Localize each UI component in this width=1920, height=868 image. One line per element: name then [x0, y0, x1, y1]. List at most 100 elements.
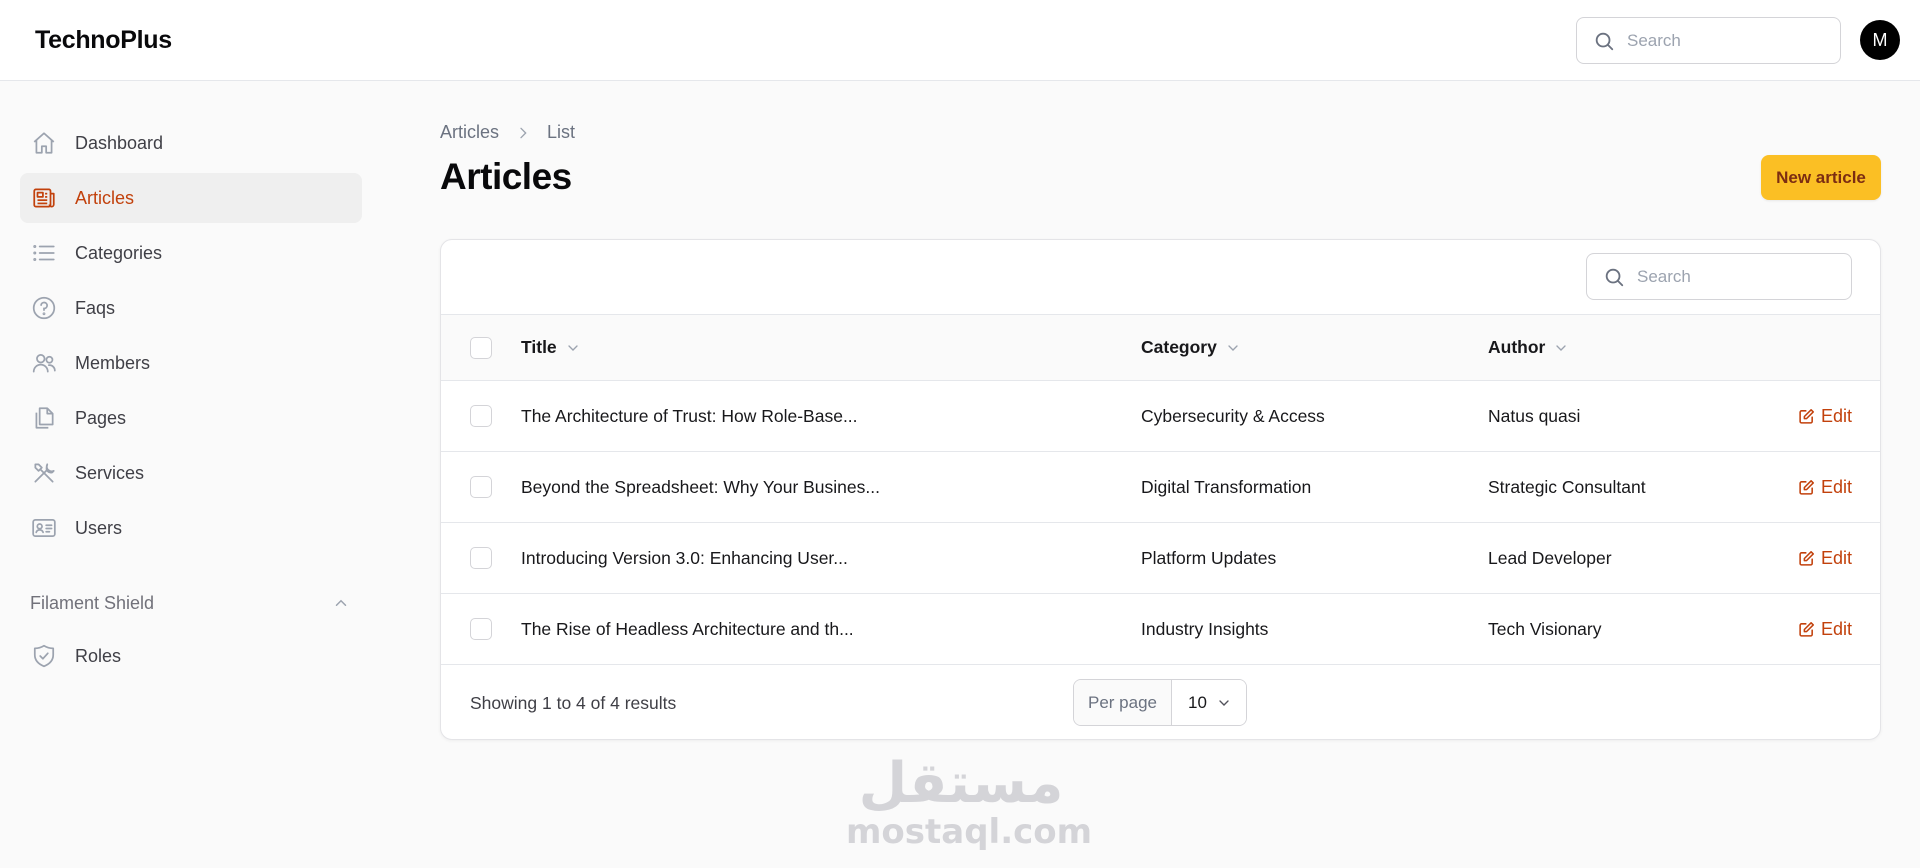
- page-title: Articles: [440, 156, 572, 197]
- breadcrumb: Articles List: [440, 122, 575, 143]
- table-footer: Showing 1 to 4 of 4 results Per page 10: [441, 665, 1880, 739]
- edit-label: Edit: [1821, 476, 1853, 497]
- sidebar-item-pages[interactable]: Pages: [20, 393, 362, 443]
- sidebar-item-label: Roles: [75, 645, 122, 666]
- edit-icon: [1799, 479, 1815, 495]
- per-page-label: Per page: [1074, 680, 1172, 725]
- cell-author: Lead Developer: [1488, 547, 1612, 568]
- table-search[interactable]: [1586, 253, 1852, 300]
- cell-author: Natus quasi: [1488, 405, 1581, 426]
- edit-button[interactable]: Edit: [1798, 477, 1852, 498]
- sidebar: Dashboard Articles Categories Faqs Membe…: [20, 118, 362, 686]
- sidebar-item-faqs[interactable]: Faqs: [20, 283, 362, 333]
- per-page-select[interactable]: 10: [1172, 680, 1246, 725]
- edit-icon: [1799, 621, 1815, 637]
- search-icon: [1605, 268, 1624, 286]
- sidebar-item-articles[interactable]: Articles: [20, 173, 362, 223]
- row-checkbox[interactable]: [470, 405, 492, 427]
- newspaper-icon: [30, 184, 58, 212]
- sidebar-item-label: Articles: [75, 187, 135, 208]
- users-icon: [30, 349, 58, 377]
- list-icon: [30, 239, 58, 267]
- home-icon: [30, 129, 58, 157]
- sidebar-item-label: Pages: [75, 407, 127, 428]
- sidebar-item-label: Services: [75, 462, 145, 483]
- edit-icon: [1799, 550, 1815, 566]
- id-card-icon: [30, 514, 58, 542]
- cell-category: Cybersecurity & Access: [1141, 405, 1325, 426]
- chevron-down-icon: [1219, 699, 1229, 706]
- sidebar-group-label: Filament Shield: [30, 592, 155, 613]
- global-search[interactable]: [1576, 17, 1841, 64]
- breadcrumb-link-articles[interactable]: Articles: [440, 122, 499, 143]
- shield-check-icon: [30, 642, 58, 670]
- cell-title[interactable]: Beyond the Spreadsheet: Why Your Busines…: [521, 477, 880, 498]
- cell-title[interactable]: Introducing Version 3.0: Enhancing User.…: [521, 548, 848, 569]
- user-avatar[interactable]: M: [1860, 20, 1900, 60]
- column-header-label: Title: [521, 337, 557, 357]
- column-header-label: Author: [1488, 337, 1546, 357]
- breadcrumb-current: List: [547, 122, 576, 142]
- sidebar-item-services[interactable]: Services: [20, 448, 362, 498]
- chevron-right-icon: [515, 125, 531, 141]
- row-checkbox[interactable]: [470, 476, 492, 498]
- watermark-arabic: مستقل: [858, 751, 1064, 816]
- edit-button[interactable]: Edit: [1798, 406, 1852, 427]
- sidebar-group-filament-shield[interactable]: Filament Shield: [20, 583, 362, 623]
- table-header-row: Title Category Author: [441, 315, 1880, 381]
- edit-button[interactable]: Edit: [1798, 548, 1852, 569]
- sidebar-item-users[interactable]: Users: [20, 503, 362, 553]
- question-circle-icon: [30, 294, 58, 322]
- documents-icon: [30, 404, 58, 432]
- column-header-category[interactable]: Category: [1141, 337, 1241, 358]
- per-page-control[interactable]: Per page 10: [1073, 679, 1247, 726]
- edit-button[interactable]: Edit: [1798, 619, 1852, 640]
- sidebar-item-label: Users: [75, 517, 123, 538]
- table-toolbar: [441, 240, 1880, 315]
- select-all-checkbox[interactable]: [470, 336, 492, 359]
- cell-title[interactable]: The Rise of Headless Architecture and th…: [521, 619, 854, 640]
- top-bar: TechnoPlus M: [0, 0, 1920, 81]
- table-row[interactable]: The Rise of Headless Architecture and th…: [441, 594, 1880, 665]
- cell-category: Industry Insights: [1141, 618, 1269, 639]
- sidebar-item-members[interactable]: Members: [20, 338, 362, 388]
- cell-title[interactable]: The Architecture of Trust: How Role-Base…: [521, 406, 858, 427]
- row-checkbox[interactable]: [470, 618, 492, 640]
- column-header-title[interactable]: Title: [521, 337, 581, 358]
- edit-label: Edit: [1821, 405, 1853, 426]
- cell-category: Platform Updates: [1141, 547, 1277, 568]
- sidebar-item-roles[interactable]: Roles: [20, 631, 362, 681]
- brand-logo[interactable]: TechnoPlus: [35, 26, 172, 55]
- table-row[interactable]: Beyond the Spreadsheet: Why Your Busines…: [441, 452, 1880, 523]
- sidebar-item-label: Members: [75, 352, 151, 373]
- new-article-button[interactable]: New article: [1761, 155, 1881, 200]
- chevron-down-icon: [1228, 344, 1238, 351]
- chevron-down-icon: [568, 344, 578, 351]
- watermark: مستقل mostaql.com: [846, 751, 1093, 852]
- tools-icon: [30, 459, 58, 487]
- search-icon: [1595, 32, 1614, 50]
- sidebar-item-label: Categories: [75, 242, 163, 263]
- column-header-author[interactable]: Author: [1488, 337, 1569, 358]
- articles-table: Title Category Author The Architecture o…: [440, 239, 1881, 740]
- cell-author: Tech Visionary: [1488, 618, 1602, 639]
- watermark-latin: mostaql.com: [846, 812, 1093, 852]
- sidebar-item-dashboard[interactable]: Dashboard: [20, 118, 362, 168]
- chevron-down-icon: [1556, 344, 1567, 351]
- cell-category: Digital Transformation: [1141, 476, 1312, 497]
- column-header-label: Category: [1141, 337, 1217, 357]
- chevron-up-icon[interactable]: [332, 594, 350, 612]
- table-row[interactable]: The Architecture of Trust: How Role-Base…: [441, 381, 1880, 452]
- results-summary: Showing 1 to 4 of 4 results: [470, 693, 677, 713]
- table-search-input[interactable]: [1637, 266, 1827, 287]
- sidebar-item-label: Dashboard: [75, 132, 164, 153]
- edit-label: Edit: [1821, 618, 1853, 639]
- edit-icon: [1799, 408, 1815, 424]
- table-row[interactable]: Introducing Version 3.0: Enhancing User.…: [441, 523, 1880, 594]
- edit-label: Edit: [1821, 547, 1853, 568]
- global-search-input[interactable]: [1627, 30, 1817, 51]
- sidebar-item-label: Faqs: [75, 297, 116, 318]
- sidebar-item-categories[interactable]: Categories: [20, 228, 362, 278]
- cell-author: Strategic Consultant: [1488, 476, 1646, 497]
- row-checkbox[interactable]: [470, 547, 492, 569]
